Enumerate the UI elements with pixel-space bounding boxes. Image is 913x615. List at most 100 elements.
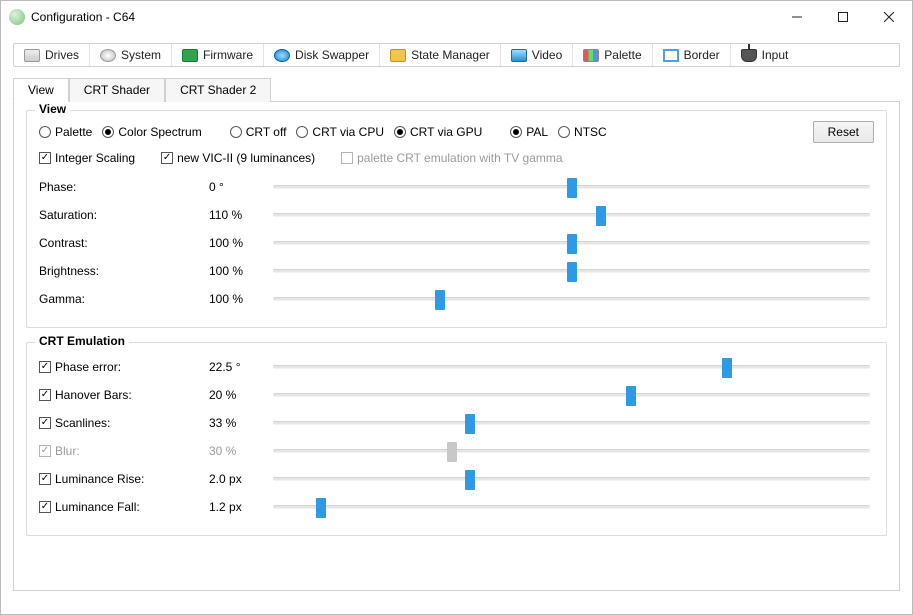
maximize-button[interactable] [820, 1, 866, 33]
slider-track[interactable] [273, 393, 870, 397]
check-label: Scanlines: [55, 416, 110, 430]
check-new-vicii[interactable]: new VIC-II (9 luminances) [161, 151, 315, 165]
slider-track[interactable] [273, 185, 870, 189]
slider-track[interactable] [273, 297, 870, 301]
tab-border[interactable]: Border [653, 44, 731, 66]
main-tabstrip: Drives System Firmware Disk Swapper Stat… [13, 43, 900, 67]
drive-icon [24, 49, 40, 62]
radio-label: NTSC [574, 125, 607, 139]
tab-disk-swapper[interactable]: Disk Swapper [264, 44, 380, 66]
subtab-view[interactable]: View [13, 78, 69, 102]
slider-thumb[interactable] [626, 386, 636, 406]
check-luminance-rise[interactable]: Luminance Rise: [39, 472, 144, 486]
panel-view: View Palette Color Spectrum CRT off CRT … [13, 101, 900, 591]
tab-system[interactable]: System [90, 44, 172, 66]
slider-label: Phase: [39, 180, 209, 194]
slider-thumb[interactable] [316, 498, 326, 518]
radio-palette[interactable]: Palette [39, 125, 92, 139]
slider-thumb[interactable] [567, 262, 577, 282]
slider-track[interactable] [273, 269, 870, 273]
tab-label: Palette [604, 48, 641, 62]
slider-track[interactable] [273, 365, 870, 369]
tab-firmware[interactable]: Firmware [172, 44, 264, 66]
window-title: Configuration - C64 [31, 10, 135, 24]
tab-label: System [121, 48, 161, 62]
tab-label: Video [532, 48, 562, 62]
tab-label: Firmware [203, 48, 253, 62]
tab-drives[interactable]: Drives [14, 44, 90, 66]
slider-thumb[interactable] [465, 414, 475, 434]
radio-label: CRT off [246, 125, 287, 139]
check-scanlines[interactable]: Scanlines: [39, 416, 110, 430]
palette-icon [583, 49, 599, 62]
tab-label: Disk Swapper [295, 48, 369, 62]
border-icon [663, 49, 679, 62]
close-button[interactable] [866, 1, 912, 33]
radio-pal[interactable]: PAL [510, 125, 548, 139]
slider-label: Contrast: [39, 236, 209, 250]
tab-label: Input [762, 48, 789, 62]
app-icon [9, 9, 25, 25]
slider-value: 100 % [209, 236, 269, 250]
slider-thumb[interactable] [567, 234, 577, 254]
slider-value: 33 % [209, 416, 269, 430]
radio-crt-off[interactable]: CRT off [230, 125, 287, 139]
titlebar: Configuration - C64 [1, 1, 912, 33]
radio-label: CRT via GPU [410, 125, 482, 139]
slider-track[interactable] [273, 505, 870, 509]
group-legend: CRT Emulation [35, 334, 129, 348]
tab-label: Border [684, 48, 720, 62]
slider-value: 1.2 px [209, 500, 269, 514]
subtab-label: View [28, 83, 54, 97]
slider-track[interactable] [273, 213, 870, 217]
check-integer-scaling[interactable]: Integer Scaling [39, 151, 135, 165]
slider-value: 110 % [209, 208, 269, 222]
tab-video[interactable]: Video [501, 44, 573, 66]
slider-thumb [447, 442, 457, 462]
radio-crt-cpu[interactable]: CRT via CPU [296, 125, 384, 139]
slider-thumb[interactable] [567, 178, 577, 198]
slider-brightness: Brightness: 100 % [39, 257, 874, 285]
subtab-crt-shader-2[interactable]: CRT Shader 2 [165, 78, 271, 102]
radio-label: CRT via CPU [312, 125, 384, 139]
check-phase-error[interactable]: Phase error: [39, 360, 121, 374]
check-label: new VIC-II (9 luminances) [177, 151, 315, 165]
state-icon [390, 49, 406, 62]
slider-track [273, 449, 870, 453]
group-view: View Palette Color Spectrum CRT off CRT … [26, 110, 887, 328]
check-label: Phase error: [55, 360, 121, 374]
tab-input[interactable]: Input [731, 44, 799, 66]
group-crt-emulation: CRT Emulation Phase error: 22.5 ° Hanove… [26, 342, 887, 536]
slider-thumb[interactable] [435, 290, 445, 310]
slider-label: Saturation: [39, 208, 209, 222]
sub-tabstrip: View CRT Shader CRT Shader 2 [13, 77, 900, 101]
minimize-button[interactable] [774, 1, 820, 33]
check-luminance-fall[interactable]: Luminance Fall: [39, 500, 140, 514]
tab-state-manager[interactable]: State Manager [380, 44, 501, 66]
slider-value: 100 % [209, 292, 269, 306]
slider-thumb[interactable] [465, 470, 475, 490]
gear-icon [100, 49, 116, 62]
slider-phase: Phase: 0 ° [39, 173, 874, 201]
slider-contrast: Contrast: 100 % [39, 229, 874, 257]
slider-gamma: Gamma: 100 % [39, 285, 874, 313]
check-label: palette CRT emulation with TV gamma [357, 151, 562, 165]
subtab-crt-shader[interactable]: CRT Shader [69, 78, 165, 102]
slider-value: 2.0 px [209, 472, 269, 486]
slider-scanlines: Scanlines: 33 % [39, 409, 874, 437]
tab-palette[interactable]: Palette [573, 44, 652, 66]
subtab-label: CRT Shader 2 [180, 83, 256, 97]
radio-color-spectrum[interactable]: Color Spectrum [102, 125, 201, 139]
subtab-label: CRT Shader [84, 83, 150, 97]
slider-track[interactable] [273, 241, 870, 245]
slider-thumb[interactable] [596, 206, 606, 226]
check-hanover-bars[interactable]: Hanover Bars: [39, 388, 132, 402]
reset-button[interactable]: Reset [813, 121, 874, 143]
slider-track[interactable] [273, 477, 870, 481]
radio-label: PAL [526, 125, 548, 139]
slider-thumb[interactable] [722, 358, 732, 378]
radio-crt-gpu[interactable]: CRT via GPU [394, 125, 482, 139]
slider-track[interactable] [273, 421, 870, 425]
slider-value: 100 % [209, 264, 269, 278]
radio-ntsc[interactable]: NTSC [558, 125, 607, 139]
